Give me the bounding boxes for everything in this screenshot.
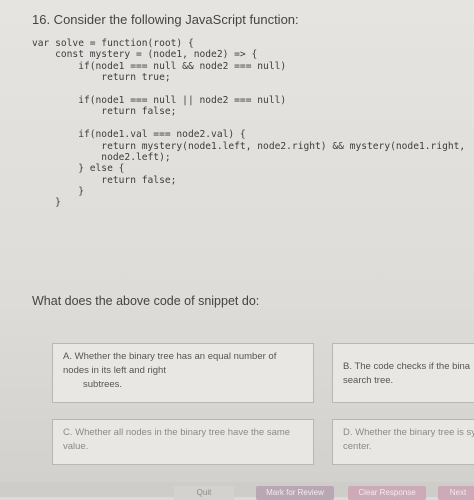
- option-c-line2: value.: [63, 441, 89, 452]
- option-c-line1: C. Whether all nodes in the binary tree …: [63, 427, 291, 438]
- code-line: return mystery(node1.left, node2.right) …: [32, 140, 466, 152]
- option-d-line2: center.: [343, 441, 372, 452]
- option-a-line1: A. Whether the binary tree has an equal …: [63, 351, 277, 362]
- code-line: return false;: [32, 106, 177, 118]
- option-b-line2: search tree.: [343, 375, 394, 386]
- option-d-line1: D. Whether the binary tree is sy: [343, 427, 474, 438]
- exam-page: 16. Consider the following JavaScript fu…: [0, 0, 474, 500]
- next-button[interactable]: Next: [438, 486, 474, 500]
- code-line: }: [32, 197, 61, 209]
- option-a-line3: subtrees.: [83, 379, 123, 390]
- code-line: return false;: [32, 174, 177, 186]
- code-line: return true;: [32, 72, 171, 84]
- code-line: if(node1.val === node2.val) {: [32, 129, 246, 141]
- clear-response-button[interactable]: Clear Response: [348, 486, 426, 500]
- question-title: 16. Consider the following JavaScript fu…: [32, 12, 299, 27]
- option-d[interactable]: D. Whether the binary tree is sy center.: [332, 419, 474, 465]
- code-line: const mystery = (node1, node2) => {: [32, 49, 258, 61]
- option-b[interactable]: B. The code checks if the bina search tr…: [332, 343, 474, 403]
- code-line: node2.left);: [32, 151, 171, 163]
- option-a-line2: nodes in its left and right: [63, 365, 166, 376]
- option-a[interactable]: A. Whether the binary tree has an equal …: [52, 343, 314, 403]
- quit-button[interactable]: Quit: [174, 486, 234, 500]
- code-line: } else {: [32, 163, 125, 175]
- question-prompt: What does the above code of snippet do:: [32, 294, 260, 308]
- option-c[interactable]: C. Whether all nodes in the binary tree …: [52, 419, 314, 465]
- code-line: var solve = function(root) {: [32, 38, 194, 49]
- code-line: if(node1 === null || node2 === null): [32, 94, 287, 106]
- mark-for-review-button[interactable]: Mark for Review: [256, 486, 334, 500]
- code-block: var solve = function(root) { const myste…: [32, 38, 465, 209]
- code-line: if(node1 === null && node2 === null): [32, 60, 287, 72]
- code-line: }: [32, 186, 84, 198]
- option-b-line1: B. The code checks if the bina: [343, 361, 471, 372]
